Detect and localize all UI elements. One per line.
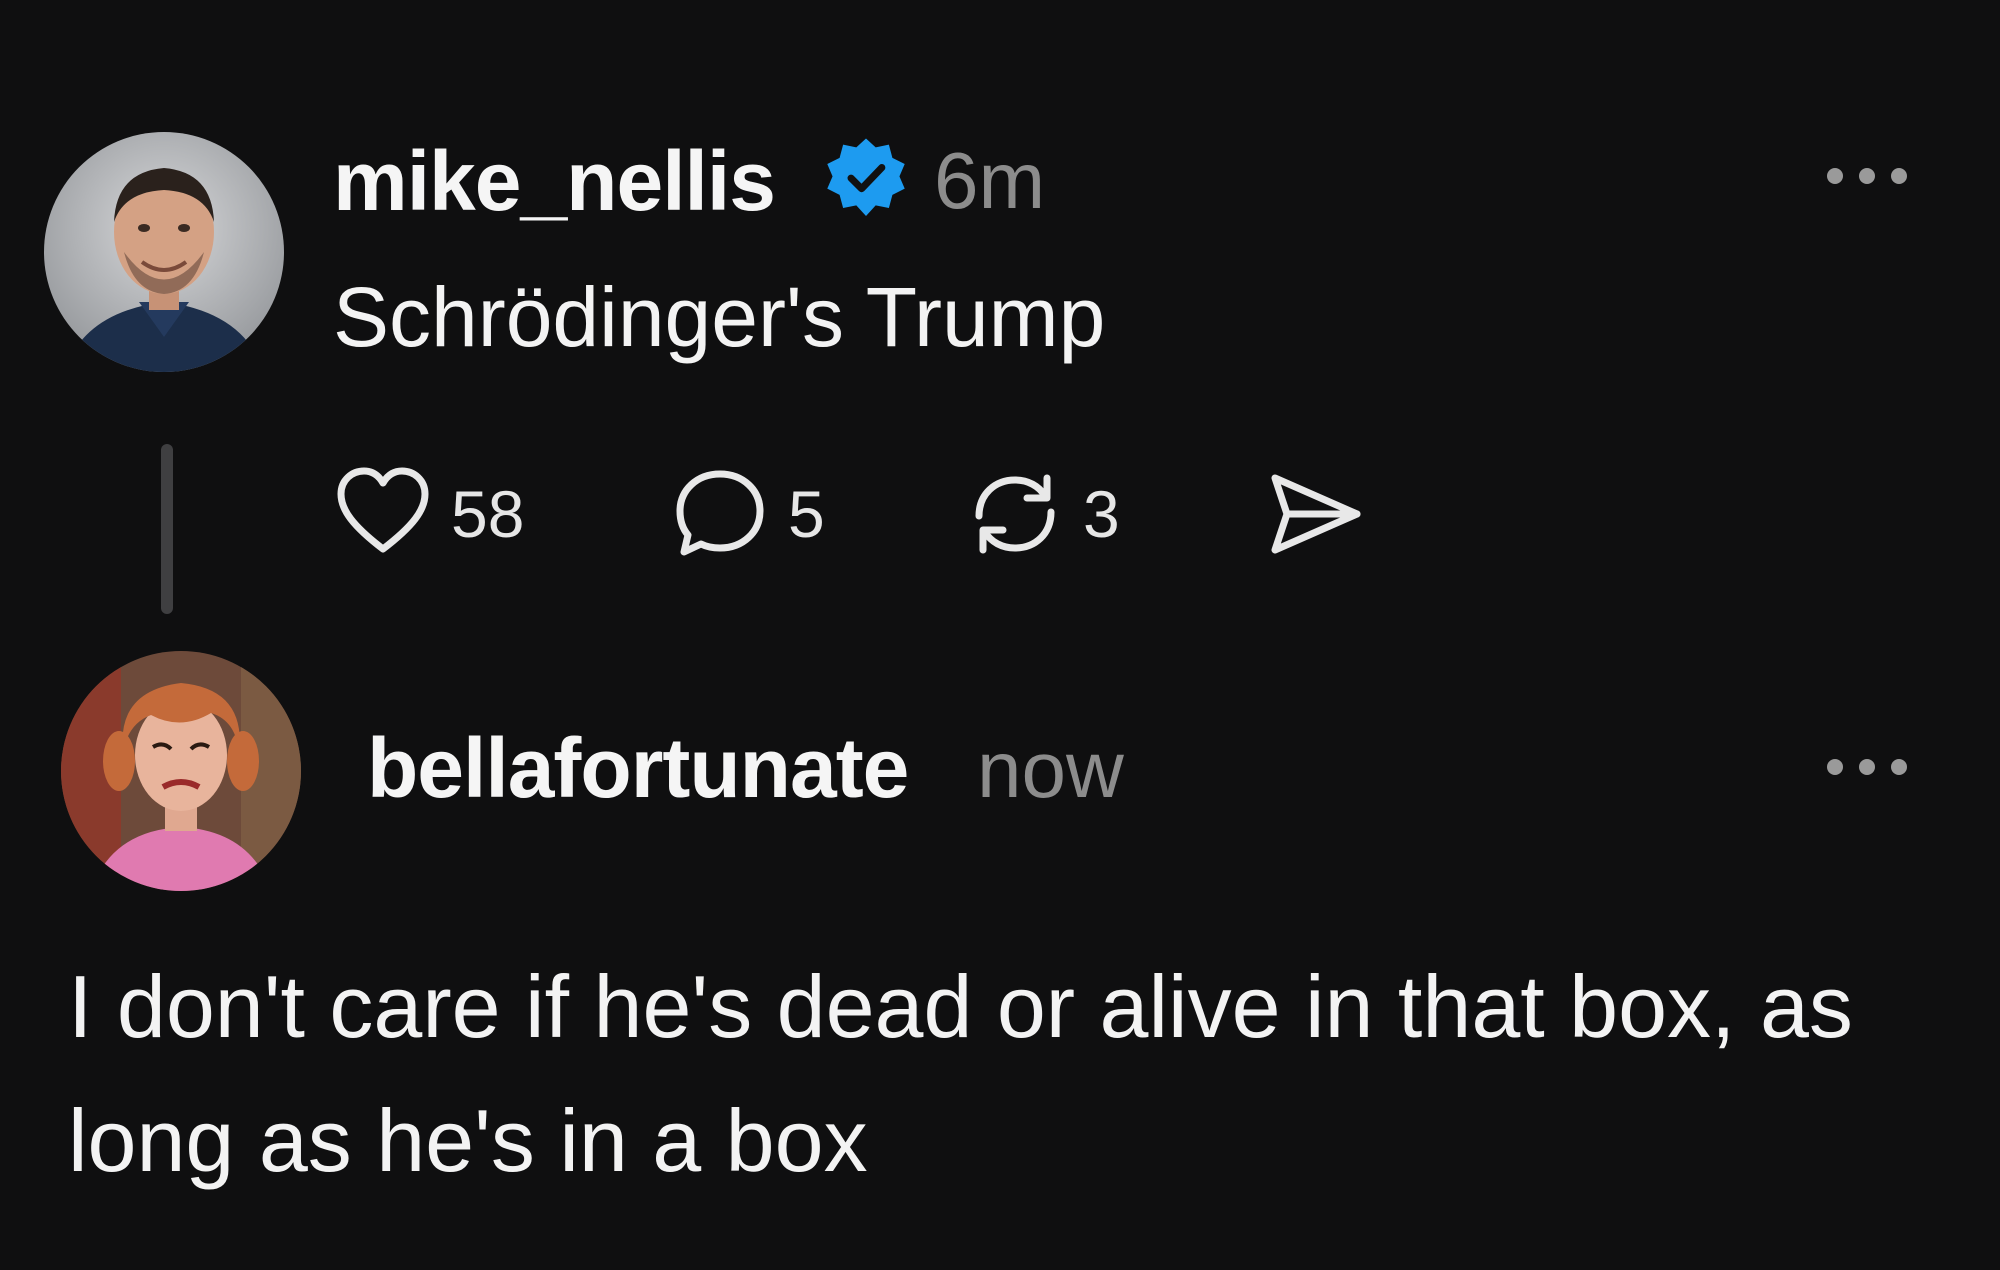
repost-count: 3: [1083, 477, 1120, 551]
send-icon: [1271, 474, 1361, 554]
profile-photo-icon: [61, 651, 301, 891]
more-options-icon[interactable]: [1824, 756, 1910, 778]
reply-button[interactable]: 5: [670, 466, 825, 562]
reply-count: 5: [788, 477, 825, 551]
heart-icon: [337, 467, 429, 553]
post-timestamp: 6m: [934, 136, 1046, 225]
like-button[interactable]: 58: [333, 466, 524, 562]
repost-button[interactable]: 3: [965, 466, 1120, 562]
post-text: Schrödinger's Trump: [333, 270, 1106, 364]
comment-bubble-icon: [676, 470, 764, 556]
avatar-bellafortunate[interactable]: [61, 651, 301, 891]
post-username[interactable]: mike_nellis: [333, 131, 776, 231]
repost-icon: [975, 474, 1055, 554]
reply-username[interactable]: bellafortunate: [367, 718, 909, 818]
threads-feed: mike_nellis 6m Schrödinger's Trump 58 5: [0, 0, 2000, 1270]
verified-badge-icon: [822, 135, 910, 223]
profile-photo-icon: [44, 132, 284, 372]
avatar-mike-nellis[interactable]: [44, 132, 284, 372]
share-button[interactable]: [1265, 466, 1365, 562]
like-count: 58: [451, 477, 525, 551]
thread-connector-line: [161, 444, 173, 614]
reply-timestamp: now: [977, 725, 1124, 814]
reply-text: I don't care if he's dead or alive in th…: [68, 957, 1853, 1190]
more-options-icon[interactable]: [1824, 165, 1910, 187]
